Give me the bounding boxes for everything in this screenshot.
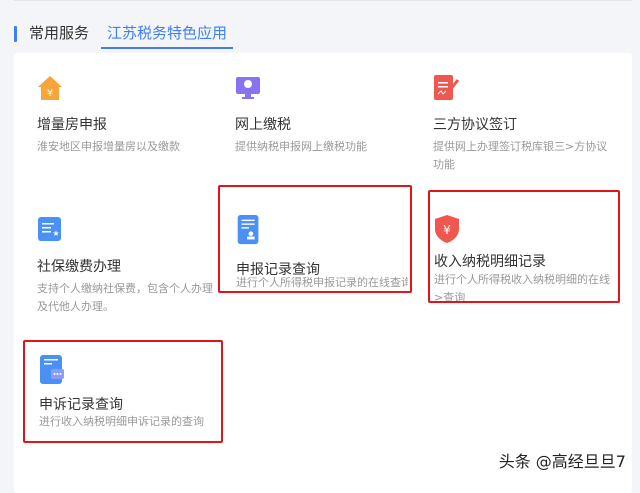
monitor-icon — [236, 77, 260, 99]
sign-document-icon — [434, 75, 459, 100]
item-title: 三方协议签订 — [433, 117, 517, 133]
item-title: 增量房申报 — [37, 117, 107, 133]
highlight-box-appeal-records — [23, 340, 223, 443]
item-desc: 淮安地区申报增量房以及缴款 — [37, 140, 180, 153]
highlight-box-declaration-records — [218, 185, 412, 293]
item-desc: 提供纳税申报网上缴税功能 — [235, 140, 367, 153]
section-marker — [14, 26, 17, 42]
svg-text:¥: ¥ — [47, 88, 53, 99]
svg-text:★: ★ — [52, 229, 59, 238]
list-star-icon: ★ — [38, 217, 61, 241]
item-desc: 支持个人缴纳社保费，包含个人办理及代他人办理。 — [37, 282, 213, 313]
house-yuan-icon: ¥ — [38, 76, 62, 100]
item-title: 网上缴税 — [235, 117, 291, 133]
top-divider — [14, 0, 632, 1]
item-title: 社保缴费办理 — [37, 259, 121, 275]
tab-common-services[interactable]: 常用服务 — [29, 22, 89, 44]
highlight-box-income-tax-details — [428, 190, 620, 303]
tab-jiangsu-features[interactable]: 江苏税务特色应用 — [101, 22, 234, 49]
watermark: 头条 @高经旦旦7 — [498, 452, 626, 471]
item-desc: 提供网上办理签订税库银三>方协议功能 — [433, 140, 608, 171]
